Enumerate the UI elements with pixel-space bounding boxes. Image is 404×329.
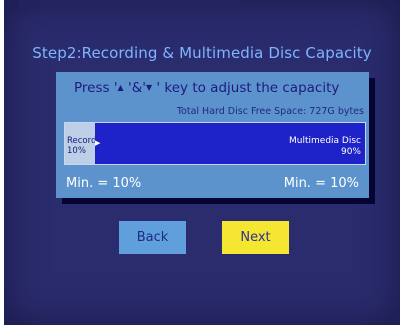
top-strip <box>18 0 238 6</box>
capacity-dialog: Press '▲ '&'▼ ' key to adjust the capaci… <box>56 72 369 198</box>
recording-name: Recording <box>67 136 95 146</box>
tv-screen: Step2:Recording & Multimedia Disc Capaci… <box>4 0 400 325</box>
multimedia-percent: 90% <box>340 147 361 157</box>
next-button[interactable]: Next <box>222 221 289 254</box>
multimedia-name: Multimedia Disc <box>289 136 361 146</box>
back-button[interactable]: Back <box>119 221 186 254</box>
min-multimedia: Min. = 10% <box>283 176 359 191</box>
slider-handle-icon[interactable]: ▶ <box>95 139 100 147</box>
recording-label: Recording 10% <box>67 136 95 156</box>
multimedia-label: Multimedia Disc 90% <box>289 136 361 158</box>
instruction-prefix: Press ' <box>74 80 118 96</box>
instruction-middle: '&' <box>123 80 146 96</box>
recording-percent: 10% <box>67 146 86 156</box>
instruction-suffix: ' key to adjust the capacity <box>152 80 340 96</box>
step-title: Step2:Recording & Multimedia Disc Capaci… <box>32 44 372 62</box>
min-recording: Min. = 10% <box>66 176 142 191</box>
free-space-label: Total Hard Disc Free Space: 727G bytes <box>176 106 364 117</box>
capacity-slider[interactable]: Recording 10% ▶ Multimedia Disc 90% <box>64 122 366 165</box>
instruction-text: Press '▲ '&'▼ ' key to adjust the capaci… <box>74 80 339 96</box>
recording-segment: Recording 10% <box>65 123 95 164</box>
